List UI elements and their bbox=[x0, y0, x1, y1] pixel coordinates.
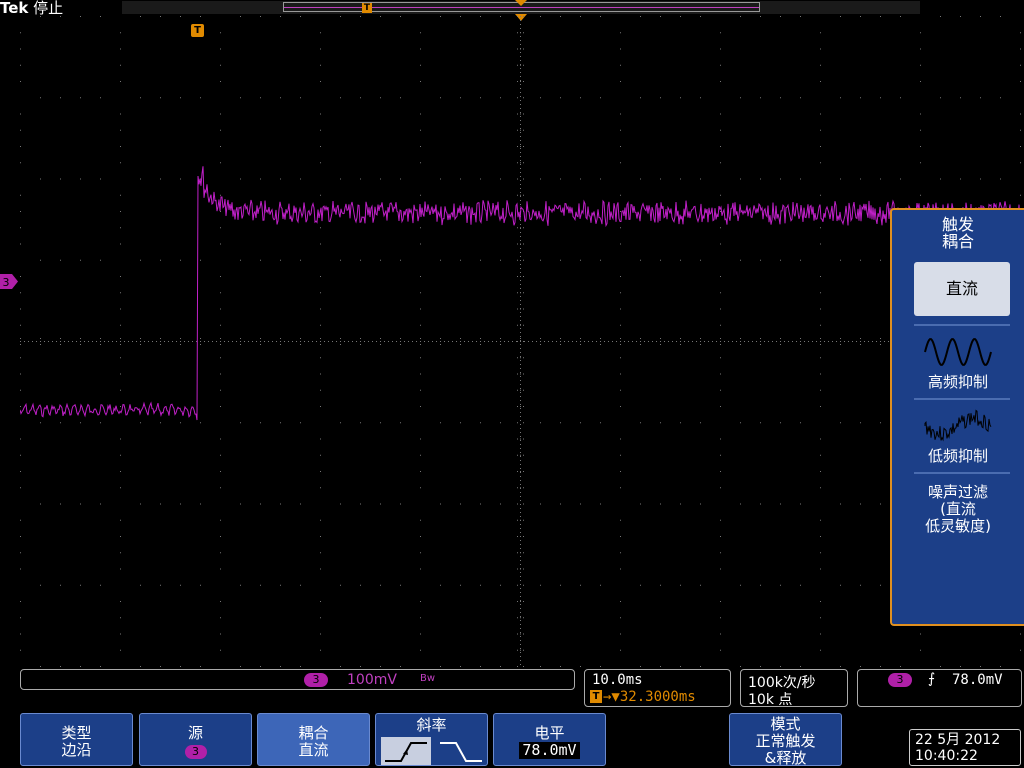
divider bbox=[914, 472, 1010, 474]
option-label: 低频抑制 bbox=[927, 447, 988, 465]
menu-title: 触发 耦合 bbox=[941, 215, 974, 251]
waveform-display[interactable] bbox=[20, 16, 1024, 668]
coupling-button[interactable]: 耦合 直流 bbox=[257, 713, 370, 766]
channel-3-ground-marker[interactable]: 3 bbox=[0, 274, 18, 289]
trigger-level: 78.0mV bbox=[952, 672, 1003, 688]
option-hf-reject[interactable]: 高频抑制 bbox=[892, 334, 1024, 391]
run-state: 停止 bbox=[33, 0, 64, 17]
horizontal-position: →▼32.3000ms bbox=[603, 689, 696, 705]
option-dc[interactable]: 直流 bbox=[914, 262, 1010, 316]
record-length: 10k 点 bbox=[748, 692, 793, 708]
falling-slope-icon[interactable] bbox=[436, 737, 486, 765]
slope-button[interactable]: 斜率 bbox=[375, 713, 488, 766]
rising-edge-icon: ⨍ bbox=[928, 671, 936, 687]
date: 22 5月 2012 bbox=[915, 732, 1001, 748]
record-view-waveform bbox=[284, 7, 759, 8]
bandwidth-limit-icon: Bw bbox=[420, 673, 436, 684]
trigger-coupling-menu: 触发 耦合 直流 高频抑制 低频抑制 噪声过滤 (直流 低灵敏度) bbox=[890, 208, 1024, 626]
sine-wave-icon bbox=[924, 338, 992, 366]
channel-3-readout[interactable] bbox=[20, 669, 575, 690]
expansion-point-icon bbox=[515, 0, 527, 6]
noisy-wave-icon bbox=[924, 409, 992, 442]
graticule bbox=[20, 16, 1021, 667]
time: 10:40:22 bbox=[915, 748, 978, 764]
divider bbox=[914, 398, 1010, 400]
level-button[interactable]: 电平 78.0mV bbox=[493, 713, 606, 766]
option-label: 高频抑制 bbox=[927, 373, 988, 391]
trigger-icon: T bbox=[590, 690, 602, 703]
divider bbox=[914, 324, 1010, 326]
source-channel-badge: 3 bbox=[184, 745, 207, 759]
rising-slope-icon[interactable] bbox=[381, 737, 431, 765]
trigger-position-icon[interactable]: T bbox=[191, 24, 204, 37]
level-value: 78.0mV bbox=[519, 742, 580, 759]
channel-marker-label: 3 bbox=[3, 276, 10, 289]
option-noise-reject[interactable]: 噪声过滤 (直流 低灵敏度) bbox=[892, 484, 1024, 535]
source-button[interactable]: 源 3 bbox=[139, 713, 252, 766]
option-lf-reject[interactable]: 低频抑制 bbox=[892, 408, 1024, 465]
vertical-scale: 100mV bbox=[347, 672, 397, 688]
status-header: Tek 停止 bbox=[0, 0, 63, 16]
trigger-source-badge: 3 bbox=[888, 673, 912, 687]
type-button[interactable]: 类型 边沿 bbox=[20, 713, 133, 766]
brand-logo: Tek bbox=[0, 0, 29, 17]
channel-3-badge: 3 bbox=[304, 673, 328, 687]
record-trigger-icon: T bbox=[362, 3, 372, 13]
horizontal-scale: 10.0ms bbox=[592, 672, 643, 688]
mode-button[interactable]: 模式 正常触发 &释放 bbox=[729, 713, 842, 767]
